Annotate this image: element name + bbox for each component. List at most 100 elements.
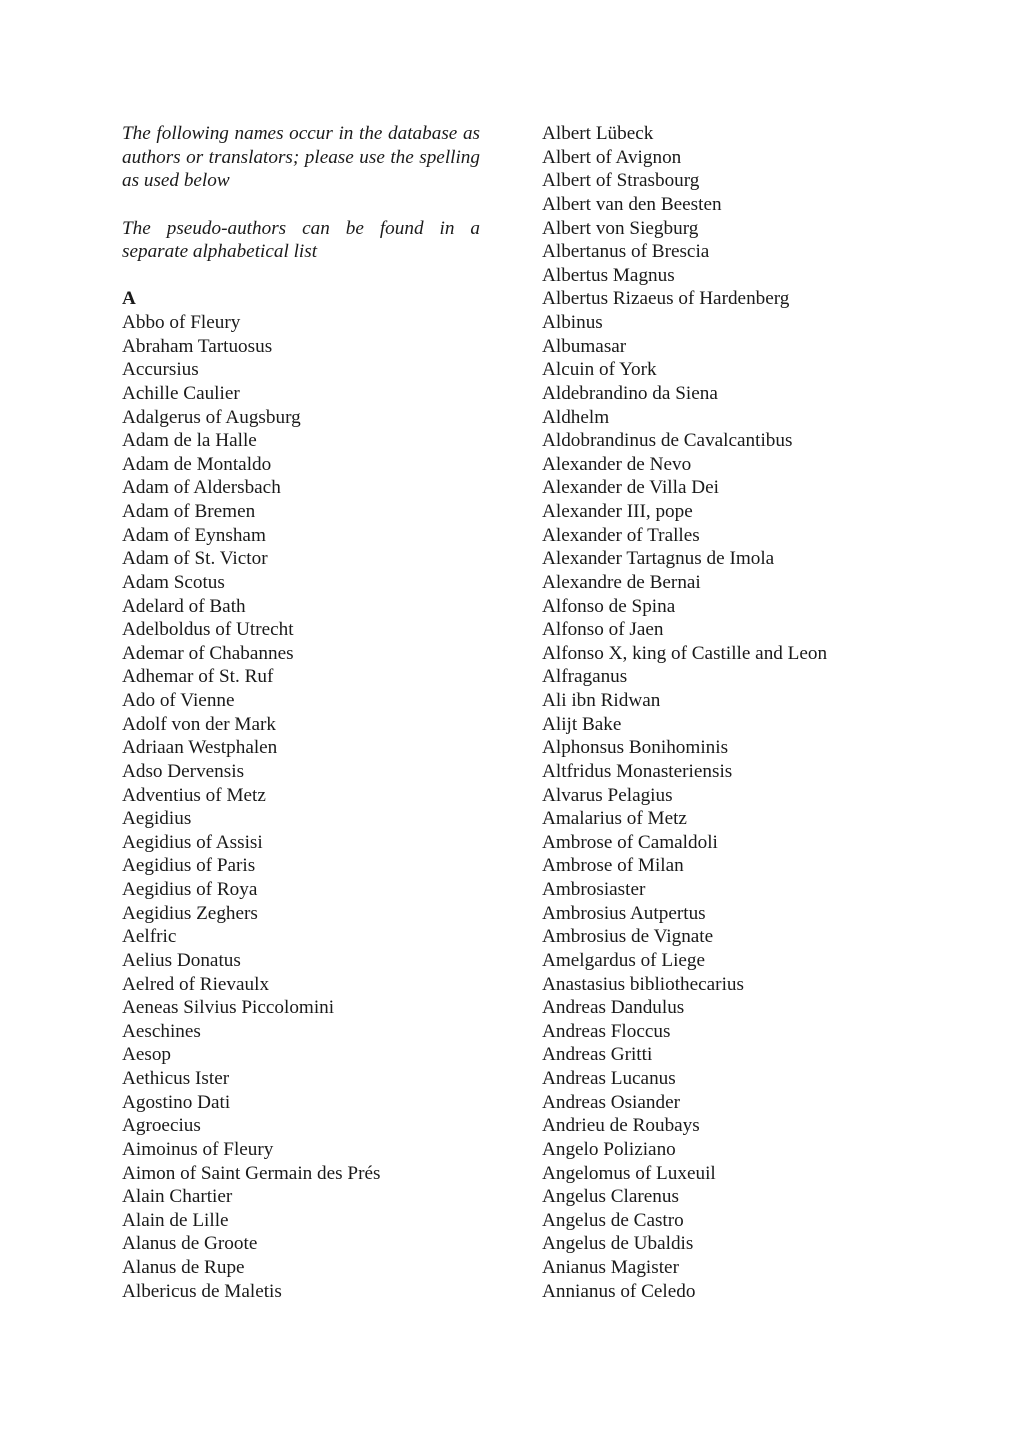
author-name-entry: Abraham Tartuosus (122, 335, 273, 357)
author-name-entry: Alfraganus (542, 666, 628, 688)
author-name-entry: Albericus de Maletis (122, 1280, 282, 1302)
author-name-entry: Amelgardus of Liege (542, 949, 706, 971)
author-name-entry: Aldobrandinus de Cavalcantibus (542, 430, 793, 452)
author-name-entry: Annianus of Celedo (542, 1280, 696, 1302)
author-name-entry: Alfonso X, king of Castille and Leon (542, 642, 828, 664)
right-column: Albert Lübeck Albert of Avignon Albert of … (542, 122, 962, 1303)
author-name-entry: Ambrosiaster (542, 879, 646, 900)
left-column: The following names occur in the databas… (122, 122, 480, 1303)
name-list-left: Abbo of Fleury Abraham Tartuosus Accursius… (122, 311, 480, 1303)
author-name-entry: Agroecius (122, 1115, 201, 1137)
author-name-entry: Albert van den Beesten (542, 193, 722, 215)
author-name-entry: Albinus (542, 312, 603, 333)
author-name-entry: Alain de Lille (122, 1209, 229, 1231)
author-name-entry: Alain Chartier (122, 1186, 233, 1208)
author-name-entry: Angelus Clarenus (542, 1186, 679, 1208)
author-name-entry: Aesop (122, 1044, 172, 1066)
author-name-entry: Aeneas Silvius Piccolomini (122, 997, 335, 1019)
author-name-entry: Ambrosius de Vignate (542, 926, 714, 948)
author-name-entry: Albert von Siegburg (542, 217, 699, 239)
author-name-entry: Albert of Strasbourg (542, 170, 700, 192)
author-name-entry: Ado of Vienne (122, 690, 235, 711)
author-name-entry: Aldebrandino da Siena (542, 382, 718, 404)
author-name-entry: Adam Scotus (122, 571, 225, 593)
author-name-entry: Anianus Magister (542, 1257, 679, 1278)
author-name-entry: Andreas Dandulus (542, 997, 685, 1019)
author-name-entry: Adso Dervensis (122, 760, 245, 782)
author-name-entry: Alexander Tartagnus de Imola (542, 548, 775, 570)
author-name-entry: Aegidius (122, 808, 192, 830)
author-name-entry: Angelo Poliziano (542, 1138, 676, 1160)
author-name-entry: Ambrose of Camaldoli (542, 831, 718, 853)
author-name-entry: Alijt Bake (542, 713, 622, 735)
author-name-entry: Andrieu de Roubays (542, 1115, 700, 1137)
author-name-entry: Achille Caulier (122, 382, 240, 404)
author-name-entry: Aethicus Ister (122, 1068, 230, 1089)
author-name-entry: Aelfric (122, 926, 177, 948)
author-name-entry: Aimon of Saint Germain des Prés (122, 1162, 381, 1184)
author-name-entry: Alvarus Pelagius (542, 784, 673, 806)
author-name-entry: Adelboldus of Utrecht (122, 619, 294, 641)
author-name-entry: Alphonsus Bonihominis (542, 737, 729, 759)
name-list-right: Albert Lübeck Albert of Avignon Albert of … (542, 122, 962, 1303)
author-name-entry: Alanus de Groote (122, 1233, 258, 1255)
author-name-entry: Amalarius of Metz (542, 808, 687, 830)
author-name-entry: Alexander III, pope (542, 501, 693, 522)
intro-paragraph-pseudo-authors-note: The pseudo-authors can be found in a sep… (122, 217, 480, 263)
author-name-entry: Aldhelm (542, 406, 610, 428)
author-name-entry: Albumasar (542, 335, 627, 357)
author-name-entry: Alexander of Tralles (542, 524, 700, 546)
author-name-entry: Abbo of Fleury (122, 312, 241, 333)
author-name-entry: Adventius of Metz (122, 784, 266, 806)
author-name-entry: Adam de Montaldo (122, 453, 272, 475)
section-letter-heading: A (122, 288, 136, 310)
author-name-entry: Angelus de Castro (542, 1209, 684, 1231)
author-name-entry: Adhemar of St. Ruf (122, 666, 274, 688)
author-name-entry: Adelard of Bath (122, 595, 246, 617)
author-name-entry: Anastasius bibliothecarius (542, 973, 744, 995)
author-name-entry: Ademar of Chabannes (122, 642, 294, 664)
author-name-entry: Alanus de Rupe (122, 1257, 245, 1278)
intro-paragraph-spelling-note: The following names occur in the databas… (122, 123, 480, 192)
author-name-entry: Aegidius of Assisi (122, 831, 263, 853)
author-name-entry: Adam of Eynsham (122, 524, 266, 546)
author-name-entry: Adolf von der Mark (122, 713, 276, 735)
author-name-entry: Accursius (122, 359, 199, 381)
author-name-entry: Aeschines (122, 1020, 201, 1042)
author-name-entry: Adalgerus of Augsburg (122, 406, 301, 428)
author-name-entry: Albertus Magnus (542, 264, 675, 286)
author-name-entry: Alcuin of York (542, 359, 657, 381)
author-name-entry: Angelomus of Luxeuil (542, 1162, 716, 1184)
author-name-entry: Aegidius of Paris (122, 855, 256, 877)
author-name-entry: Albert Lübeck (542, 123, 654, 144)
author-name-entry: Ambrose of Milan (542, 855, 684, 877)
author-name-entry: Andreas Floccus (542, 1020, 671, 1042)
author-name-entry: Ambrosius Autpertus (542, 902, 706, 924)
author-name-entry: Albertanus of Brescia (542, 241, 710, 263)
author-name-entry: Andreas Lucanus (542, 1068, 676, 1089)
author-name-entry: Andreas Osiander (542, 1091, 680, 1113)
author-name-entry: Ali ibn Ridwan (542, 690, 661, 711)
author-name-entry: Alexandre de Bernai (542, 571, 701, 593)
author-name-entry: Andreas Gritti (542, 1044, 653, 1066)
author-name-entry: Adriaan Westphalen (122, 737, 278, 759)
document-page: The following names occur in the databas… (0, 0, 1020, 1442)
author-name-entry: Adam of Bremen (122, 501, 256, 522)
author-name-entry: Aelred of Rievaulx (122, 973, 270, 995)
author-name-entry: Aegidius of Roya (122, 879, 258, 900)
author-name-entry: Alfonso de Spina (542, 595, 676, 617)
author-name-entry: Adam of Aldersbach (122, 477, 281, 499)
author-name-entry: Albertus Rizaeus of Hardenberg (542, 288, 790, 310)
author-name-entry: Alexander de Villa Dei (542, 477, 719, 499)
author-name-entry: Aimoinus of Fleury (122, 1138, 274, 1160)
author-name-entry: Adam of St. Victor (122, 548, 268, 570)
author-name-entry: Albert of Avignon (542, 146, 682, 168)
author-name-entry: Angelus de Ubaldis (542, 1233, 694, 1255)
author-name-entry: Aegidius Zeghers (122, 902, 258, 924)
author-name-entry: Agostino Dati (122, 1091, 231, 1113)
author-name-entry: Aelius Donatus (122, 949, 241, 971)
author-name-entry: Adam de la Halle (122, 430, 257, 452)
author-name-entry: Alexander de Nevo (542, 453, 692, 475)
author-name-entry: Alfonso of Jaen (542, 619, 664, 641)
author-name-entry: Altfridus Monasteriensis (542, 760, 733, 782)
